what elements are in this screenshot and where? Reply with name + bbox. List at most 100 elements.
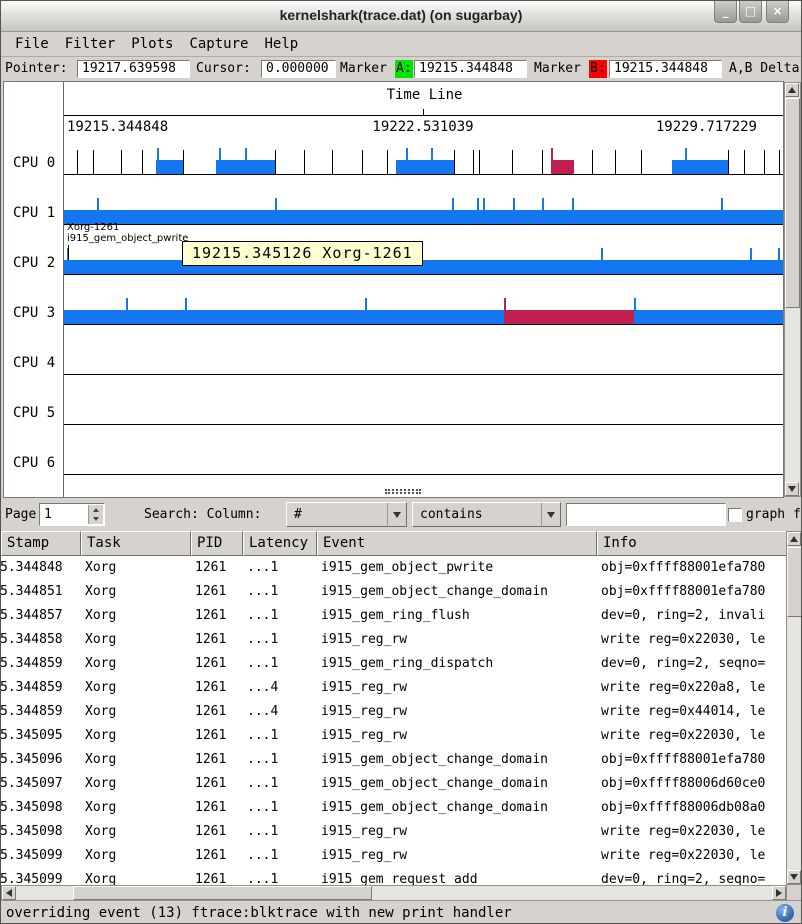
column-select-value: # [294, 507, 302, 522]
event-tick [572, 198, 574, 210]
cell-task: Xorg [81, 724, 191, 748]
event-tick [750, 248, 752, 260]
column-header-task[interactable]: Task [81, 531, 191, 556]
column-header-pid[interactable]: PID [191, 531, 243, 556]
event-tick [332, 150, 333, 174]
column-select-arrow[interactable] [387, 503, 406, 526]
event-tick [685, 148, 687, 160]
pane-splitter-handle[interactable] [385, 489, 421, 494]
column-header-latency[interactable]: Latency [243, 531, 317, 556]
cell-pid: 1261 [191, 652, 243, 676]
cell-event: i915_reg_rw [317, 844, 597, 868]
cell-event: i915_reg_rw [317, 700, 597, 724]
table-row[interactable]: 5.344859Xorg1261...4i915_reg_rwwrite reg… [1, 676, 787, 700]
cursor-label: Cursor: [196, 57, 251, 81]
graph-vscrollbar[interactable] [784, 82, 801, 497]
column-header-info[interactable]: Info [597, 531, 787, 556]
match-select-arrow[interactable] [541, 503, 560, 526]
menu-help[interactable]: Help [256, 34, 306, 54]
table-row[interactable]: 5.344858Xorg1261...1i915_reg_rwwrite reg… [1, 628, 787, 652]
cell-info: write reg=0x22030, le [597, 628, 787, 652]
table-hscroll-thumb[interactable] [73, 886, 372, 900]
column-header-event[interactable]: Event [317, 531, 597, 556]
cell-latency: ...1 [243, 628, 317, 652]
event-tick [477, 198, 479, 210]
event-tick [275, 150, 276, 174]
table-row[interactable]: 5.345098Xorg1261...1i915_gem_object_chan… [1, 796, 787, 820]
graph-scroll-thumb[interactable] [785, 98, 800, 308]
graph-scroll-up-button[interactable] [785, 83, 799, 97]
event-tick [473, 150, 474, 174]
cell-event: i915_gem_object_change_domain [317, 772, 597, 796]
arrow-right-icon [776, 889, 782, 897]
table-scroll-right-button[interactable] [772, 886, 786, 900]
table-vscrollbar[interactable] [786, 531, 802, 885]
window-title: kernelshark(trace.dat) (on sugarbay) [1, 1, 801, 30]
event-tick [483, 198, 485, 210]
maximize-button[interactable]: □ [739, 1, 762, 23]
event-table[interactable]: 5.344848Xorg1261...1i915_gem_object_pwri… [1, 556, 787, 885]
cell-event: i915_gem_object_change_domain [317, 580, 597, 604]
cell-task: Xorg [81, 700, 191, 724]
page-spinner-buttons[interactable] [88, 505, 103, 524]
column-header-stamp[interactable]: Stamp [1, 531, 81, 556]
minimize-icon: _ [723, 4, 729, 18]
cell-pid: 1261 [191, 820, 243, 844]
cell-task: Xorg [81, 556, 191, 580]
cpu-task-bar [396, 160, 454, 174]
arrow-down-icon [788, 486, 796, 492]
match-select[interactable]: contains [412, 502, 561, 527]
cell-stamp: 5.345098 [1, 796, 81, 820]
cell-info: write reg=0x22030, le [597, 844, 787, 868]
cpu-label: CPU 6 [13, 455, 55, 471]
timeline-pane[interactable]: Time Line 19215.34484819222.53103919229.… [3, 81, 784, 498]
table-row[interactable]: 5.344848Xorg1261...1i915_gem_object_pwri… [1, 556, 787, 580]
table-row[interactable]: 5.344857Xorg1261...1i915_gem_ring_flushd… [1, 604, 787, 628]
menu-capture[interactable]: Capture [181, 34, 256, 54]
table-hscrollbar[interactable] [1, 885, 787, 901]
table-row[interactable]: 5.344859Xorg1261...1i915_gem_ring_dispat… [1, 652, 787, 676]
cell-latency: ...1 [243, 580, 317, 604]
table-row[interactable]: 5.345095Xorg1261...1i915_reg_rwwrite reg… [1, 724, 787, 748]
table-row[interactable]: 5.344851Xorg1261...1i915_gem_object_chan… [1, 580, 787, 604]
close-button[interactable]: × [766, 1, 789, 23]
menu-filter[interactable]: Filter [57, 34, 124, 54]
graph-scroll-down-button[interactable] [785, 482, 799, 496]
menu-plots[interactable]: Plots [123, 34, 181, 54]
table-row[interactable]: 5.345098Xorg1261...1i915_reg_rwwrite reg… [1, 820, 787, 844]
table-row[interactable]: 5.345099Xorg1261...1i915_gem_request_add… [1, 868, 787, 885]
search-input[interactable] [566, 503, 726, 526]
table-row[interactable]: 5.344859Xorg1261...4i915_reg_rwwrite reg… [1, 700, 787, 724]
table-scroll-left-button[interactable] [2, 886, 16, 900]
cpu-run-bar [64, 260, 783, 274]
cpu-baseline [64, 324, 783, 325]
cell-pid: 1261 [191, 724, 243, 748]
cell-info: obj=0xffff88001efa780 [597, 556, 787, 580]
cell-task: Xorg [81, 748, 191, 772]
event-tick [93, 150, 94, 174]
marker-info-bar: Pointer: 19217.639598 Cursor: 0.000000 M… [1, 57, 801, 81]
menu-file[interactable]: File [7, 34, 57, 54]
column-select[interactable]: # [286, 502, 407, 527]
graph-follows-label: graph follows [746, 498, 802, 531]
title-bar[interactable]: kernelshark(trace.dat) (on sugarbay) _ □… [1, 1, 801, 32]
event-tick [387, 150, 388, 174]
cell-task: Xorg [81, 628, 191, 652]
table-row[interactable]: 5.345099Xorg1261...1i915_reg_rwwrite reg… [1, 844, 787, 868]
arrow-down-icon [790, 874, 798, 880]
table-scroll-down-button[interactable] [787, 870, 801, 884]
minimize-button[interactable]: _ [714, 1, 737, 23]
event-tick [504, 298, 506, 310]
event-tick [126, 298, 128, 310]
page-spinner[interactable]: 1 [39, 503, 105, 526]
cell-latency: ...1 [243, 796, 317, 820]
table-row[interactable]: 5.345096Xorg1261...1i915_gem_object_chan… [1, 748, 787, 772]
event-tick [764, 150, 765, 174]
cell-stamp: 5.344857 [1, 604, 81, 628]
table-scroll-thumb[interactable] [787, 547, 802, 617]
graph-follows-checkbox[interactable] [728, 508, 742, 522]
table-row[interactable]: 5.345097Xorg1261...1i915_gem_object_chan… [1, 772, 787, 796]
event-tick [513, 198, 515, 210]
table-scroll-up-button[interactable] [787, 532, 801, 546]
event-tick [97, 198, 99, 210]
